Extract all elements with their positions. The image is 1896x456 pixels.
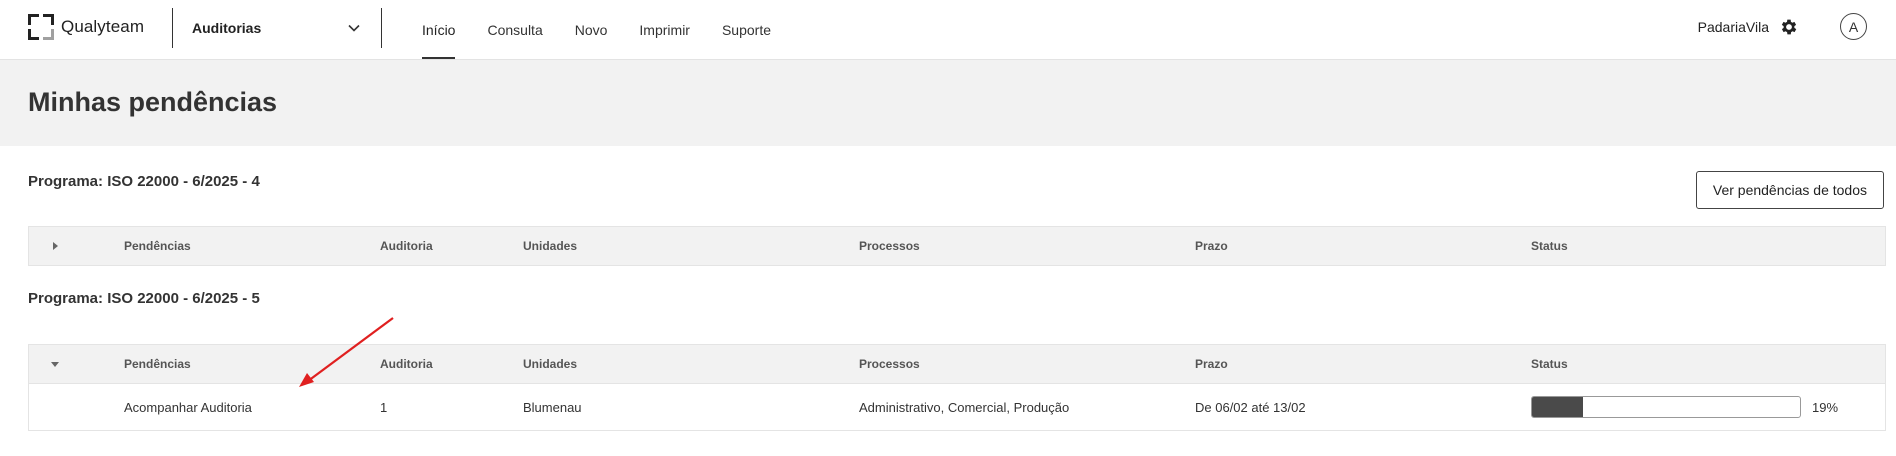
status-progress-bar: [1531, 396, 1801, 418]
column-header-processos[interactable]: Processos: [859, 345, 920, 383]
column-header-auditoria[interactable]: Auditoria: [380, 227, 433, 265]
view-all-pending-button[interactable]: Ver pendências de todos: [1695, 171, 1884, 209]
program-title: Programa: ISO 22000 - 6/2025 - 4: [28, 173, 260, 190]
user-name[interactable]: PadariaVila: [1698, 19, 1769, 35]
nav-item-label: Suporte: [721, 21, 772, 38]
column-header-status[interactable]: Status: [1531, 227, 1568, 265]
caret-right-icon: [53, 242, 58, 250]
column-header-pendencias[interactable]: Pendências: [124, 345, 191, 383]
column-header-unidades[interactable]: Unidades: [523, 227, 577, 265]
nav-item-label: Imprimir: [639, 21, 690, 38]
nav-item-novo[interactable]: Novo: [561, 0, 622, 59]
nav-item-label: Início: [422, 21, 456, 38]
divider: [381, 8, 382, 48]
column-header-prazo[interactable]: Prazo: [1195, 345, 1228, 383]
program-title: Programa: ISO 22000 - 6/2025 - 5: [28, 290, 260, 307]
nav-item-inicio[interactable]: Início: [408, 0, 469, 59]
status-percent: 19%: [1812, 399, 1839, 415]
annotation-arrow-icon: [299, 317, 394, 387]
nav-item-label: Novo: [574, 21, 608, 38]
program-grid: Pendências Auditoria Unidades Processos …: [28, 226, 1886, 266]
top-navigation-bar: Qualyteam Auditorias Início Consulta Nov…: [0, 0, 1896, 60]
page-title: Minhas pendências: [28, 87, 278, 117]
column-header-unidades[interactable]: Unidades: [523, 345, 577, 383]
module-selector-label: Auditorias: [192, 20, 262, 36]
cell-pendencia[interactable]: Acompanhar Auditoria: [124, 384, 252, 430]
gear-icon[interactable]: [1779, 17, 1799, 37]
progress-fill: [1532, 397, 1583, 417]
column-header-status[interactable]: Status: [1531, 345, 1568, 383]
column-header-prazo[interactable]: Prazo: [1195, 227, 1228, 265]
main-nav: Início Consulta Novo Imprimir Suporte: [408, 0, 789, 59]
column-header-pendencias[interactable]: Pendências: [124, 227, 191, 265]
chevron-down-icon: [348, 24, 360, 32]
cell-unidades: Blumenau: [523, 399, 582, 415]
caret-down-icon: [51, 362, 59, 367]
avatar-initial: A: [1848, 18, 1859, 35]
page-header: Minhas pendências: [0, 60, 1896, 146]
brand-name: Qualyteam: [61, 17, 145, 36]
column-header-processos[interactable]: Processos: [859, 227, 920, 265]
avatar[interactable]: A: [1840, 13, 1867, 40]
nav-item-consulta[interactable]: Consulta: [473, 0, 556, 59]
module-selector[interactable]: Auditorias: [173, 8, 373, 48]
nav-item-imprimir[interactable]: Imprimir: [625, 0, 704, 59]
cell-prazo: De 06/02 até 13/02: [1195, 399, 1306, 415]
cell-processos: Administrativo, Comercial, Produção: [859, 399, 1070, 415]
collapse-toggle[interactable]: [45, 345, 65, 383]
logo-mark-icon: [28, 14, 54, 40]
brand-logo[interactable]: Qualyteam: [28, 14, 144, 40]
grid-header: Pendências Auditoria Unidades Processos …: [29, 227, 1885, 265]
expand-toggle[interactable]: [45, 227, 65, 265]
nav-item-label: Consulta: [487, 21, 543, 38]
cell-status: 19%: [1531, 384, 1838, 430]
nav-item-suporte[interactable]: Suporte: [708, 0, 785, 59]
